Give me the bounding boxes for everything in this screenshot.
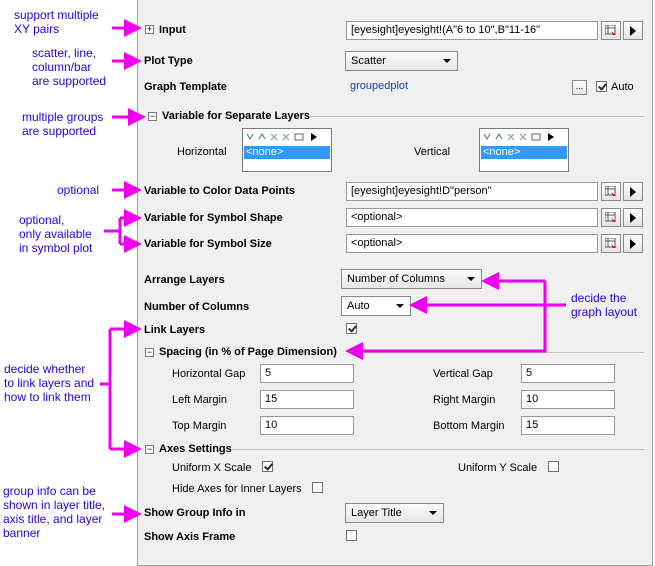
arrow-link-bracket: [100, 329, 112, 449]
annotation-arrows: [100, 19, 566, 523]
arrow-symbol-bracket: [104, 218, 122, 244]
arrow-spacing: [345, 281, 547, 360]
